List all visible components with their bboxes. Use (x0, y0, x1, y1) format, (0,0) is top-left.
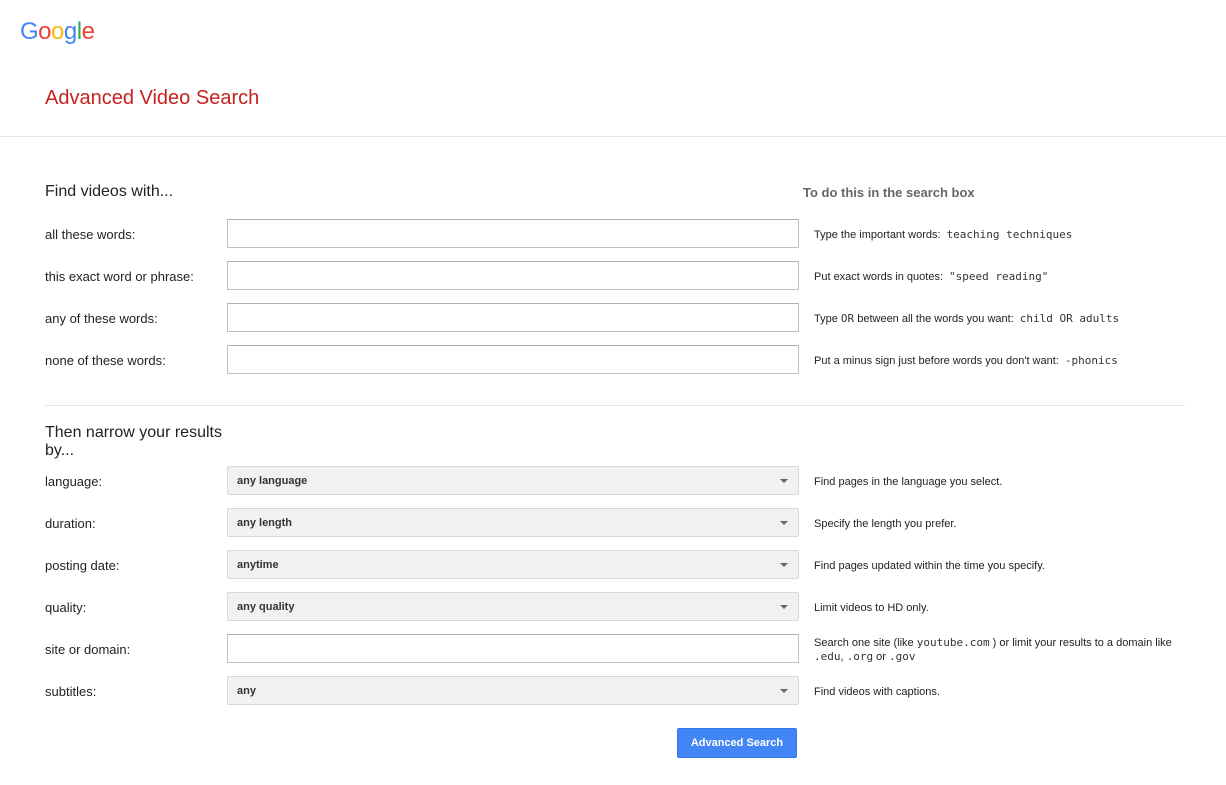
dropdown-arrow-icon (780, 520, 788, 525)
hint-example: "speed reading" (949, 270, 1049, 283)
heading-line: by... (45, 442, 75, 459)
selected-value: anytime (237, 558, 279, 571)
duration-select[interactable]: any length (227, 508, 799, 537)
selected-value: any quality (237, 600, 295, 613)
quality-hint: Limit videos to HD only. (814, 602, 929, 614)
dropdown-arrow-icon (780, 478, 788, 483)
hint-example: child OR adults (1019, 312, 1120, 325)
all-words-label: all these words: (45, 227, 136, 242)
language-label: language: (45, 474, 103, 489)
page-title: Advanced Video Search (45, 87, 260, 109)
logo-letter: e (81, 18, 95, 45)
quality-select[interactable]: any quality (227, 592, 799, 621)
hint-example: teaching techniques (946, 228, 1073, 241)
narrow-section-heading: Then narrow your results by... (45, 424, 222, 460)
dropdown-arrow-icon (780, 688, 788, 693)
hint-column-heading: To do this in the search box (803, 185, 975, 200)
language-select[interactable]: any language (227, 466, 799, 495)
none-words-input[interactable] (227, 345, 799, 374)
all-words-hint: Type the important words: teaching techni… (814, 228, 1072, 242)
posting-date-hint: Find pages updated within the time you s… (814, 560, 1045, 572)
exact-phrase-hint: Put exact words in quotes: "speed reading… (814, 270, 1048, 284)
google-logo[interactable]: Google (20, 18, 95, 46)
hint-example: youtube.com (916, 636, 990, 649)
language-hint: Find pages in the language you select. (814, 476, 1003, 488)
all-words-input[interactable] (227, 219, 799, 248)
site-hint: Search one site (like youtube.com ) or l… (814, 636, 1194, 664)
any-words-hint: Type OR between all the words you want: c… (814, 312, 1119, 326)
logo-letter: G (20, 18, 39, 45)
hint-text: or (873, 651, 890, 663)
hint-example: .gov (889, 650, 916, 663)
hint-or-keyword: OR (840, 312, 855, 325)
heading-line: Then narrow your results (45, 424, 222, 441)
duration-label: duration: (45, 516, 96, 531)
hint-example: .edu (814, 650, 841, 663)
any-words-label: any of these words: (45, 311, 158, 326)
hint-example: -phonics (1064, 354, 1118, 367)
logo-letter: o (51, 18, 64, 45)
hint-text: Search one site (like (814, 637, 917, 649)
dropdown-arrow-icon (780, 604, 788, 609)
exact-phrase-label: this exact word or phrase: (45, 269, 194, 284)
hint-text: Put a minus sign just before words you d… (814, 355, 1059, 367)
logo-letter: g (63, 18, 77, 45)
duration-hint: Specify the length you prefer. (814, 518, 957, 530)
advanced-search-button[interactable]: Advanced Search (677, 728, 797, 758)
posting-date-select[interactable]: anytime (227, 550, 799, 579)
section-divider (45, 405, 1185, 406)
hint-text: Put exact words in quotes: (814, 271, 944, 283)
any-words-input[interactable] (227, 303, 799, 332)
hint-example: .org (846, 650, 874, 663)
site-input[interactable] (227, 634, 799, 663)
exact-phrase-input[interactable] (227, 261, 799, 290)
hint-text: Type the important words: (814, 229, 941, 241)
subtitles-hint: Find videos with captions. (814, 686, 940, 698)
selected-value: any length (237, 516, 293, 529)
find-section-heading: Find videos with... (45, 183, 174, 200)
hint-text: ) or limit your results to a domain like (989, 637, 1172, 649)
site-label: site or domain: (45, 642, 131, 657)
dropdown-arrow-icon (780, 562, 788, 567)
hint-text: Type (814, 313, 841, 325)
none-words-hint: Put a minus sign just before words you d… (814, 354, 1118, 368)
subtitles-label: subtitles: (45, 684, 97, 699)
header-divider (0, 136, 1226, 137)
subtitles-select[interactable]: any (227, 676, 799, 705)
selected-value: any language (237, 474, 308, 487)
logo-letter: o (38, 18, 52, 45)
selected-value: any (237, 684, 256, 697)
hint-text: between all the words you want: (854, 313, 1014, 325)
none-words-label: none of these words: (45, 353, 166, 368)
quality-label: quality: (45, 600, 87, 615)
posting-date-label: posting date: (45, 558, 120, 573)
